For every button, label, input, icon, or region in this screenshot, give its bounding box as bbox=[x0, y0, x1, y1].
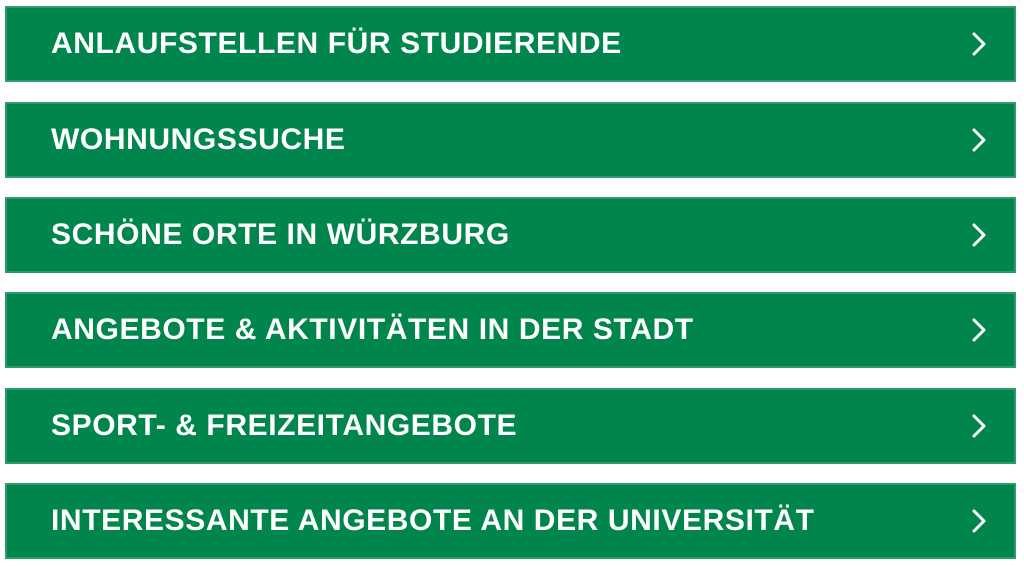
menu-item-angebote-universitaet[interactable]: INTERESSANTE ANGEBOTE AN DER UNIVERSITÄT bbox=[5, 483, 1016, 559]
chevron-right-icon bbox=[968, 411, 990, 441]
chevron-right-icon bbox=[968, 125, 990, 155]
menu-item-label: INTERESSANTE ANGEBOTE AN DER UNIVERSITÄT bbox=[51, 504, 815, 537]
menu-item-label: ANLAUFSTELLEN FÜR STUDIERENDE bbox=[51, 27, 622, 60]
menu-item-label: SCHÖNE ORTE IN WÜRZBURG bbox=[51, 218, 510, 251]
menu-item-wohnungssuche[interactable]: WOHNUNGSSUCHE bbox=[5, 102, 1016, 178]
accordion-menu: ANLAUFSTELLEN FÜR STUDIERENDE WOHNUNGSSU… bbox=[0, 0, 1024, 566]
chevron-right-icon bbox=[968, 220, 990, 250]
chevron-right-icon bbox=[968, 29, 990, 59]
menu-item-schoene-orte[interactable]: SCHÖNE ORTE IN WÜRZBURG bbox=[5, 197, 1016, 273]
menu-item-angebote-stadt[interactable]: ANGEBOTE & AKTIVITÄTEN IN DER STADT bbox=[5, 292, 1016, 368]
menu-item-anlaufstellen[interactable]: ANLAUFSTELLEN FÜR STUDIERENDE bbox=[5, 6, 1016, 82]
menu-item-label: WOHNUNGSSUCHE bbox=[51, 123, 346, 156]
menu-item-sport-freizeit[interactable]: SPORT- & FREIZEITANGEBOTE bbox=[5, 388, 1016, 464]
menu-item-label: ANGEBOTE & AKTIVITÄTEN IN DER STADT bbox=[51, 313, 694, 346]
chevron-right-icon bbox=[968, 506, 990, 536]
menu-item-label: SPORT- & FREIZEITANGEBOTE bbox=[51, 409, 518, 442]
chevron-right-icon bbox=[968, 315, 990, 345]
